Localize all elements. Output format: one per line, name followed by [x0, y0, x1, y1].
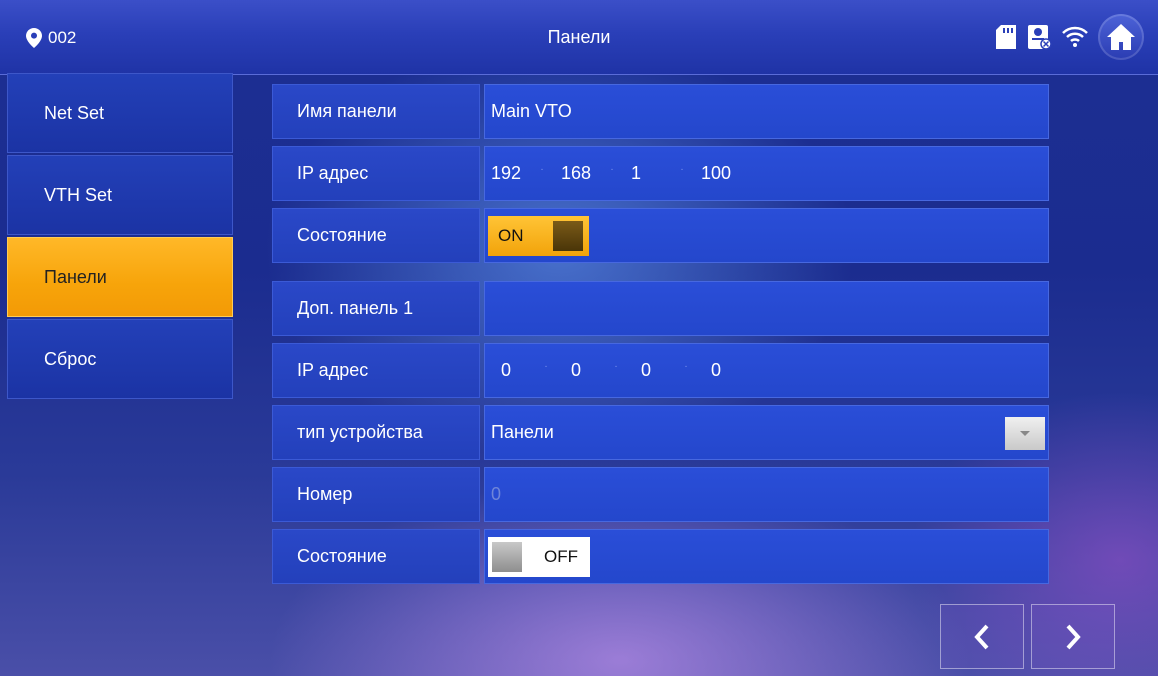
sidebar-item-label: Net Set — [44, 102, 105, 123]
chevron-left-icon — [974, 624, 989, 649]
ip-octet[interactable]: 192 — [485, 163, 533, 184]
extra-panel-ip-label: IP адрес — [272, 343, 480, 398]
ip-octet[interactable]: 0 — [485, 360, 537, 381]
toggle-state-label: ON — [498, 225, 524, 245]
device-type-select[interactable]: Панели — [484, 405, 1049, 460]
home-icon — [1107, 24, 1135, 50]
sidebar: Net Set VTH Set Панели Сброс — [7, 73, 233, 401]
toggle-state-label: OFF — [544, 546, 578, 566]
panel-settings-form: Имя панели Main VTO IP адрес 192. 168. 1… — [272, 84, 1049, 591]
main-panel-name-label: Имя панели — [272, 84, 480, 139]
number-placeholder: 0 — [491, 484, 502, 504]
page-navigation — [940, 604, 1115, 669]
ip-octet[interactable]: 100 — [691, 163, 743, 184]
extra-panel-state-toggle[interactable]: OFF — [488, 536, 590, 577]
prev-page-button[interactable] — [940, 604, 1024, 669]
ip-dot: . — [610, 162, 614, 173]
ip-octet[interactable]: 0 — [625, 360, 677, 381]
next-page-button[interactable] — [1031, 604, 1115, 669]
extra-panel-ip-field[interactable]: 0. 0. 0. 0 — [484, 343, 1049, 398]
sidebar-item-vth-set[interactable]: VTH Set — [7, 155, 233, 235]
ip-octet[interactable]: 0 — [555, 360, 607, 381]
number-label: Номер — [272, 467, 480, 522]
ip-dot: . — [544, 359, 548, 370]
extra-panel-name-field[interactable] — [484, 281, 1049, 336]
toggle-knob — [553, 220, 583, 251]
top-bar: 002 Панели — [0, 0, 1158, 75]
main-panel-name-field[interactable]: Main VTO — [484, 84, 1049, 139]
ip-dot: . — [684, 359, 688, 370]
dropdown-button[interactable] — [1005, 417, 1045, 450]
main-panel-ip-label: IP адрес — [272, 146, 480, 201]
main-panel-name-value: Main VTO — [491, 101, 572, 121]
extra-panel-state-label: Состояние — [272, 529, 480, 584]
sidebar-item-label: VTH Set — [44, 184, 113, 205]
chevron-down-icon — [1020, 430, 1030, 436]
device-type-label: тип устройства — [272, 405, 480, 460]
sidebar-item-net-set[interactable]: Net Set — [7, 73, 233, 153]
extra-panel-state-cell: OFF — [484, 529, 1049, 584]
sd-card-icon — [996, 25, 1016, 49]
page-title: Панели — [547, 27, 611, 47]
intercom-status-icon — [1028, 25, 1052, 50]
sidebar-item-panels[interactable]: Панели — [7, 237, 233, 317]
ip-dot: . — [614, 359, 618, 370]
home-button[interactable] — [1098, 14, 1144, 60]
main-panel-ip-field[interactable]: 192. 168. 1. 100 — [484, 146, 1049, 201]
ip-octet[interactable]: 0 — [695, 360, 747, 381]
main-panel-state-label: Состояние — [272, 208, 480, 263]
status-icons — [996, 14, 1144, 60]
number-field[interactable]: 0 — [484, 467, 1049, 522]
ip-dot: . — [540, 162, 544, 173]
main-panel-state-toggle[interactable]: ON — [488, 215, 589, 256]
ip-octet[interactable]: 1 — [621, 163, 673, 184]
extra-panel-name-label: Доп. панель 1 — [272, 281, 480, 336]
wifi-icon — [1062, 26, 1088, 47]
device-type-value: Панели — [491, 422, 554, 442]
chevron-right-icon — [1066, 624, 1081, 649]
toggle-knob — [492, 541, 522, 572]
sidebar-item-label: Сброс — [44, 348, 97, 369]
sidebar-item-label: Панели — [44, 266, 107, 287]
main-panel-state-cell: ON — [484, 208, 1049, 263]
ip-octet[interactable]: 168 — [551, 163, 603, 184]
ip-dot: . — [680, 162, 684, 173]
sidebar-item-reset[interactable]: Сброс — [7, 319, 233, 399]
